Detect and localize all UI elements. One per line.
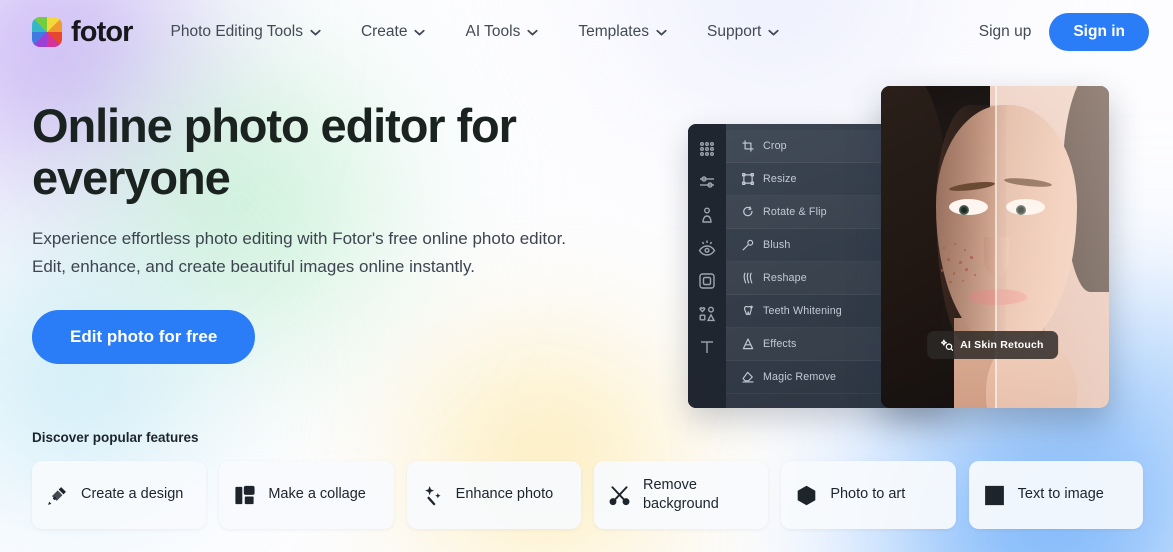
magic-remove-icon [742, 371, 754, 383]
magic-wand-icon [421, 484, 444, 507]
feature-card-label: Remove background [643, 476, 754, 514]
ai-retouch-icon [941, 339, 953, 351]
feature-card-remove-background[interactable]: Remove background [594, 461, 768, 529]
feature-card-enhance-photo[interactable]: Enhance photo [407, 461, 581, 529]
tool-label: Teeth Whitening [763, 305, 842, 317]
rotate-icon [742, 206, 754, 218]
page-root: fotor Photo Editing Tools Create AI Tool… [0, 0, 1173, 552]
grid-dots-icon[interactable] [698, 140, 716, 158]
sliders-icon[interactable] [698, 173, 716, 191]
color-wheel-icon [32, 17, 62, 47]
feature-card-photo-to-art[interactable]: Photo to art [781, 461, 955, 529]
feature-card-label: Photo to art [830, 485, 905, 504]
feature-card-list: Create a design Make a collage Enhance p… [32, 461, 1143, 529]
nav-label: Photo Editing Tools [171, 23, 303, 41]
nav-item-photo-editing-tools[interactable]: Photo Editing Tools [171, 15, 341, 49]
editor-tool-rail [688, 124, 726, 408]
features-title: Discover popular features [32, 430, 1143, 445]
feature-card-text-to-image[interactable]: AI Text to image [969, 461, 1143, 529]
crop-icon [742, 140, 754, 152]
svg-text:AI: AI [991, 489, 997, 495]
main-navigation: Photo Editing Tools Create AI Tools Temp… [171, 15, 800, 49]
tool-label: Effects [763, 338, 797, 350]
badge-label: AI Skin Retouch [960, 339, 1044, 351]
eye-icon[interactable] [698, 239, 716, 257]
before-after-photo[interactable]: AI Skin Retouch [881, 86, 1109, 408]
nav-item-ai-tools[interactable]: AI Tools [445, 15, 558, 49]
chevron-down-icon [527, 29, 538, 36]
tool-label: Crop [763, 140, 787, 152]
portrait-image [881, 86, 1109, 408]
feature-card-label: Make a collage [268, 485, 366, 504]
chevron-down-icon [414, 29, 425, 36]
nav-label: Templates [578, 23, 649, 41]
portrait-icon[interactable] [698, 206, 716, 224]
chevron-down-icon [768, 29, 779, 36]
tool-label: Blush [763, 239, 790, 251]
pen-ruler-icon [46, 484, 69, 507]
ai-image-icon: AI [983, 484, 1006, 507]
site-header: fotor Photo Editing Tools Create AI Tool… [0, 0, 1173, 64]
feature-card-make-a-collage[interactable]: Make a collage [219, 461, 393, 529]
reshape-icon [742, 272, 754, 284]
tool-label: Rotate & Flip [763, 206, 827, 218]
feature-card-label: Text to image [1018, 485, 1104, 504]
brand-logo[interactable]: fotor [32, 17, 133, 47]
text-icon[interactable] [698, 338, 716, 356]
tool-label: Reshape [763, 272, 807, 284]
hero-description: Experience effortless photo editing with… [32, 225, 577, 280]
effects-icon [742, 338, 754, 350]
nav-item-templates[interactable]: Templates [558, 15, 687, 49]
collage-icon [233, 484, 256, 507]
edit-photo-for-free-button[interactable]: Edit photo for free [32, 310, 255, 364]
tool-label: Magic Remove [763, 371, 836, 383]
resize-icon [742, 173, 754, 185]
nav-label: Create [361, 23, 408, 41]
frame-icon[interactable] [698, 272, 716, 290]
nav-item-support[interactable]: Support [687, 15, 799, 49]
header-actions: Sign up Sign in [975, 13, 1149, 51]
tool-label: Resize [763, 173, 797, 185]
brand-name: fotor [71, 18, 133, 47]
sign-in-button[interactable]: Sign in [1049, 13, 1149, 51]
art-hexagon-icon [795, 484, 818, 507]
page-title: Online photo editor for everyone [32, 100, 552, 203]
popular-features-section: Discover popular features Create a desig… [32, 430, 1143, 529]
shapes-icon[interactable] [698, 305, 716, 323]
feature-card-create-a-design[interactable]: Create a design [32, 461, 206, 529]
nav-label: Support [707, 23, 761, 41]
ai-skin-retouch-badge[interactable]: AI Skin Retouch [927, 331, 1058, 359]
feature-card-label: Create a design [81, 485, 183, 504]
hero-section: Online photo editor for everyone Experie… [0, 64, 600, 364]
sign-up-link[interactable]: Sign up [975, 17, 1036, 47]
nav-label: AI Tools [465, 23, 520, 41]
chevron-down-icon [310, 29, 321, 36]
chevron-down-icon [656, 29, 667, 36]
scissors-icon [608, 484, 631, 507]
feature-card-label: Enhance photo [456, 485, 554, 504]
tooth-icon [742, 305, 754, 317]
blush-icon [742, 239, 754, 251]
nav-item-create[interactable]: Create [341, 15, 446, 49]
